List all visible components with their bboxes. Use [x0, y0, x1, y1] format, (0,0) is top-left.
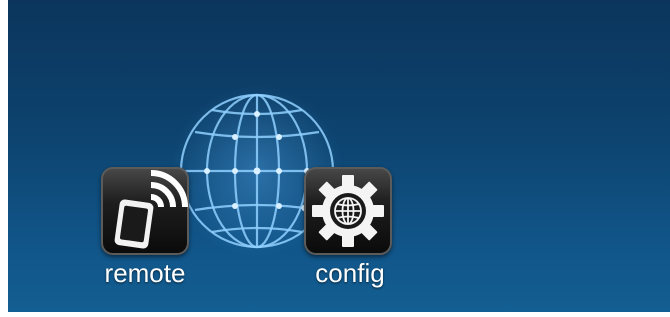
- gear-globe-icon: [312, 175, 384, 247]
- remote-control-icon: [114, 170, 188, 249]
- config-app-label[interactable]: config: [280, 258, 420, 289]
- remote-app-label[interactable]: remote: [75, 258, 215, 289]
- home-screen: remote config: [8, 0, 670, 312]
- remote-app-button[interactable]: [101, 167, 189, 255]
- config-app-button[interactable]: [304, 167, 392, 255]
